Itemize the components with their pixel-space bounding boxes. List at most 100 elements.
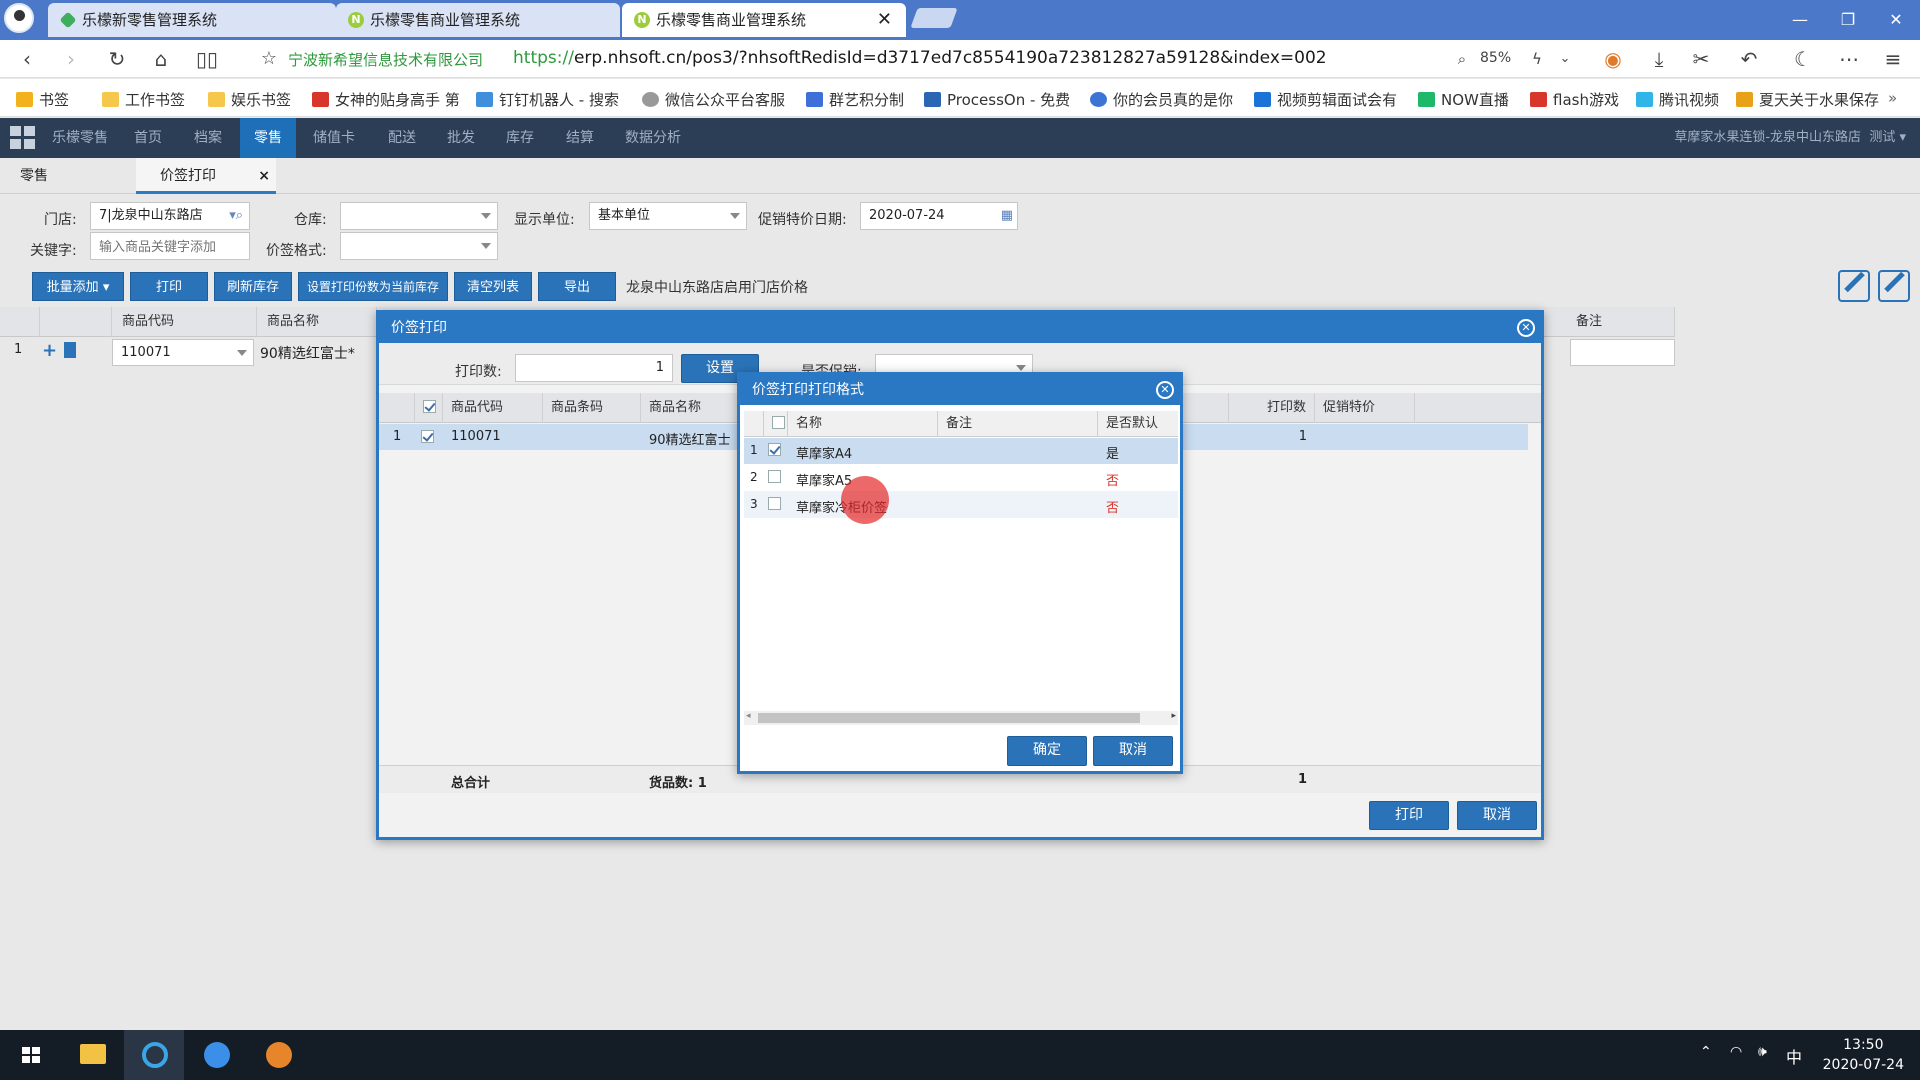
table-row[interactable]: 2 草摩家A5 否: [744, 464, 1178, 491]
lightning-icon[interactable]: ϟ: [1524, 47, 1550, 71]
col-promo-price[interactable]: 促销特价: [1315, 393, 1415, 423]
col-print-count[interactable]: 打印数: [1229, 393, 1315, 423]
refresh-stock-button[interactable]: 刷新库存: [214, 272, 292, 301]
batch-add-button[interactable]: 批量添加 ▾: [32, 272, 124, 301]
bookmark-item[interactable]: 夏天关于水果保存: [1736, 89, 1879, 110]
close-tab-icon[interactable]: ×: [258, 158, 270, 194]
bookmark-item[interactable]: 你的会员真的是你: [1090, 89, 1233, 110]
close-dialog-icon[interactable]: ✕: [1156, 381, 1174, 399]
row-checkbox[interactable]: [768, 443, 781, 456]
bookmark-item[interactable]: 女神的贴身高手 第: [312, 89, 460, 110]
home-icon[interactable]: ⌂: [148, 47, 174, 71]
windows-start-icon[interactable]: [0, 1030, 60, 1080]
tab-price-tag-print[interactable]: 价签打印 ×: [136, 158, 276, 194]
row-checkbox[interactable]: [768, 470, 781, 483]
night-mode-icon[interactable]: ☾: [1790, 47, 1816, 71]
scroll-left-icon[interactable]: ◂: [746, 711, 751, 721]
scroll-right-icon[interactable]: ▸: [1171, 711, 1176, 721]
promo-date-field[interactable]: 2020-07-24 ▦: [860, 202, 1018, 230]
col-barcode[interactable]: 商品条码: [543, 393, 641, 423]
nav-archive[interactable]: 档案: [194, 118, 222, 158]
close-window-icon[interactable]: ✕: [1872, 0, 1920, 40]
keyword-input[interactable]: [90, 232, 250, 260]
volume-icon[interactable]: 🕪: [1758, 1044, 1767, 1060]
download-icon[interactable]: ⤓: [1646, 47, 1672, 71]
nav-home[interactable]: 首页: [134, 118, 162, 158]
reload-icon[interactable]: ↻: [104, 47, 130, 71]
col-product-code[interactable]: 商品代码: [112, 307, 257, 337]
scissors-icon[interactable]: ✂: [1688, 47, 1714, 71]
chevron-down-icon[interactable]: ⌄: [1552, 47, 1578, 71]
bookmark-item[interactable]: 书签: [16, 89, 69, 110]
row-checkbox[interactable]: [768, 497, 781, 510]
network-icon[interactable]: ◠: [1730, 1044, 1742, 1060]
table-row[interactable]: 1 草摩家A4 是: [744, 438, 1178, 464]
print-count-input[interactable]: 1: [515, 354, 673, 382]
nav-data-analysis[interactable]: 数据分析: [625, 118, 681, 158]
format-ok-button[interactable]: 确定: [1007, 736, 1087, 766]
edit-icon[interactable]: [1838, 270, 1870, 302]
col-remark[interactable]: 备注: [1566, 307, 1675, 337]
new-tab-button[interactable]: [910, 8, 958, 28]
system-clock[interactable]: 13:50 2020-07-24: [1823, 1035, 1904, 1075]
url-field[interactable]: https://erp.nhsoft.cn/pos3/?nhsoftRedisI…: [513, 48, 1327, 68]
browser-taskbar-icon[interactable]: [124, 1030, 184, 1080]
tab-retail[interactable]: 零售: [20, 158, 48, 194]
menu-icon[interactable]: ≡: [1880, 47, 1906, 71]
bookmark-folder[interactable]: 工作书签: [102, 89, 185, 110]
bookmark-item[interactable]: ProcessOn - 免费: [924, 89, 1070, 110]
feishu-icon[interactable]: [186, 1030, 246, 1080]
product-code-field[interactable]: 110071: [112, 339, 254, 366]
calendar-icon[interactable]: ▦: [1001, 203, 1013, 229]
browser-tab-2[interactable]: N 乐檬零售商业管理系统: [336, 3, 620, 37]
select-all-checkbox[interactable]: [764, 411, 788, 437]
more-bookmarks-icon[interactable]: »: [1888, 89, 1897, 107]
close-dialog-icon[interactable]: ✕: [1517, 319, 1535, 337]
tray-chevron-up-icon[interactable]: ⌃: [1700, 1044, 1712, 1060]
row-checkbox[interactable]: [421, 430, 434, 443]
set-print-count-button[interactable]: 设置打印份数为当前库存: [298, 272, 448, 301]
favorite-star-icon[interactable]: ☆: [256, 47, 282, 71]
select-all-checkbox[interactable]: [415, 393, 443, 423]
nav-wholesale[interactable]: 批发: [447, 118, 475, 158]
reader-icon[interactable]: ▯▯: [194, 47, 220, 71]
close-tab-icon[interactable]: ✕: [877, 3, 892, 37]
delete-row-icon[interactable]: [64, 342, 76, 358]
restore-icon[interactable]: ❐: [1824, 0, 1872, 40]
horizontal-scrollbar[interactable]: ◂ ▸: [744, 711, 1178, 725]
bookmark-item[interactable]: NOW直播: [1418, 89, 1509, 110]
undo-icon[interactable]: ↶: [1736, 47, 1762, 71]
bookmark-item[interactable]: flash游戏: [1530, 89, 1619, 110]
user-menu[interactable]: 测试 ▾: [1869, 130, 1906, 145]
unit-select[interactable]: 基本单位: [589, 202, 747, 230]
store-select[interactable]: 7|龙泉中山东路店 ▾⌕: [90, 202, 250, 230]
print-confirm-button[interactable]: 打印: [1369, 801, 1449, 830]
file-explorer-icon[interactable]: [62, 1030, 122, 1080]
forward-icon[interactable]: ›: [58, 47, 84, 71]
back-icon[interactable]: ‹: [14, 47, 40, 71]
col-product-name[interactable]: 商品名称: [257, 307, 377, 337]
more-icon[interactable]: ⋯: [1836, 47, 1862, 71]
col-is-default[interactable]: 是否默认: [1098, 411, 1178, 437]
warehouse-select[interactable]: [340, 202, 498, 230]
store-info[interactable]: 草摩家水果连锁-龙泉中山东路店 测试 ▾: [1674, 118, 1906, 158]
app-icon[interactable]: [248, 1030, 308, 1080]
clear-list-button[interactable]: 清空列表: [454, 272, 532, 301]
browser-tab-3[interactable]: N 乐檬零售商业管理系统 ✕: [622, 3, 906, 37]
add-row-icon[interactable]: +: [42, 340, 57, 361]
app-grid-icon[interactable]: [10, 126, 36, 150]
remark-field[interactable]: [1570, 339, 1675, 366]
export-button[interactable]: 导出: [538, 272, 616, 301]
bookmark-item[interactable]: 腾讯视频: [1636, 89, 1719, 110]
nav-settlement[interactable]: 结算: [566, 118, 594, 158]
browser-tab-1[interactable]: 乐檬新零售管理系统: [48, 3, 336, 37]
col-remark[interactable]: 备注: [938, 411, 1098, 437]
edit-icon[interactable]: [1878, 270, 1910, 302]
bookmark-item[interactable]: 微信公众平台客服: [642, 89, 785, 110]
minimize-icon[interactable]: —: [1776, 0, 1824, 40]
search-icon[interactable]: ▾⌕: [229, 203, 243, 229]
user-avatar[interactable]: [4, 3, 34, 33]
col-product-code[interactable]: 商品代码: [443, 393, 543, 423]
zoom-level[interactable]: 85%: [1480, 50, 1511, 66]
bookmark-item[interactable]: 群艺积分制: [806, 89, 904, 110]
